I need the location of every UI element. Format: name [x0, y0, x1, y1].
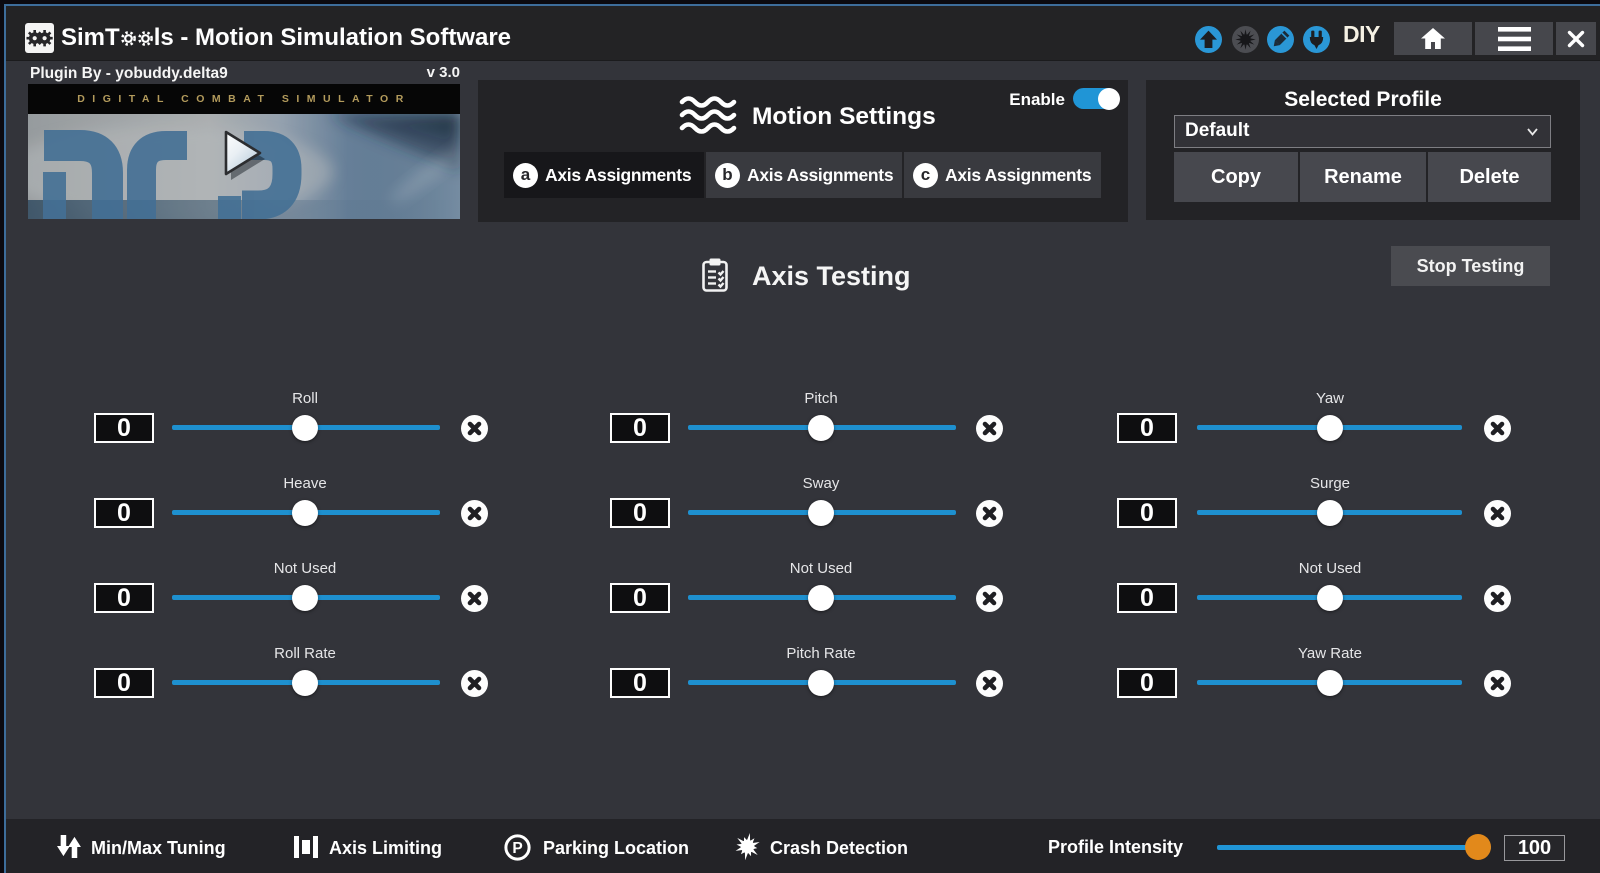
- svg-text:P: P: [512, 840, 522, 857]
